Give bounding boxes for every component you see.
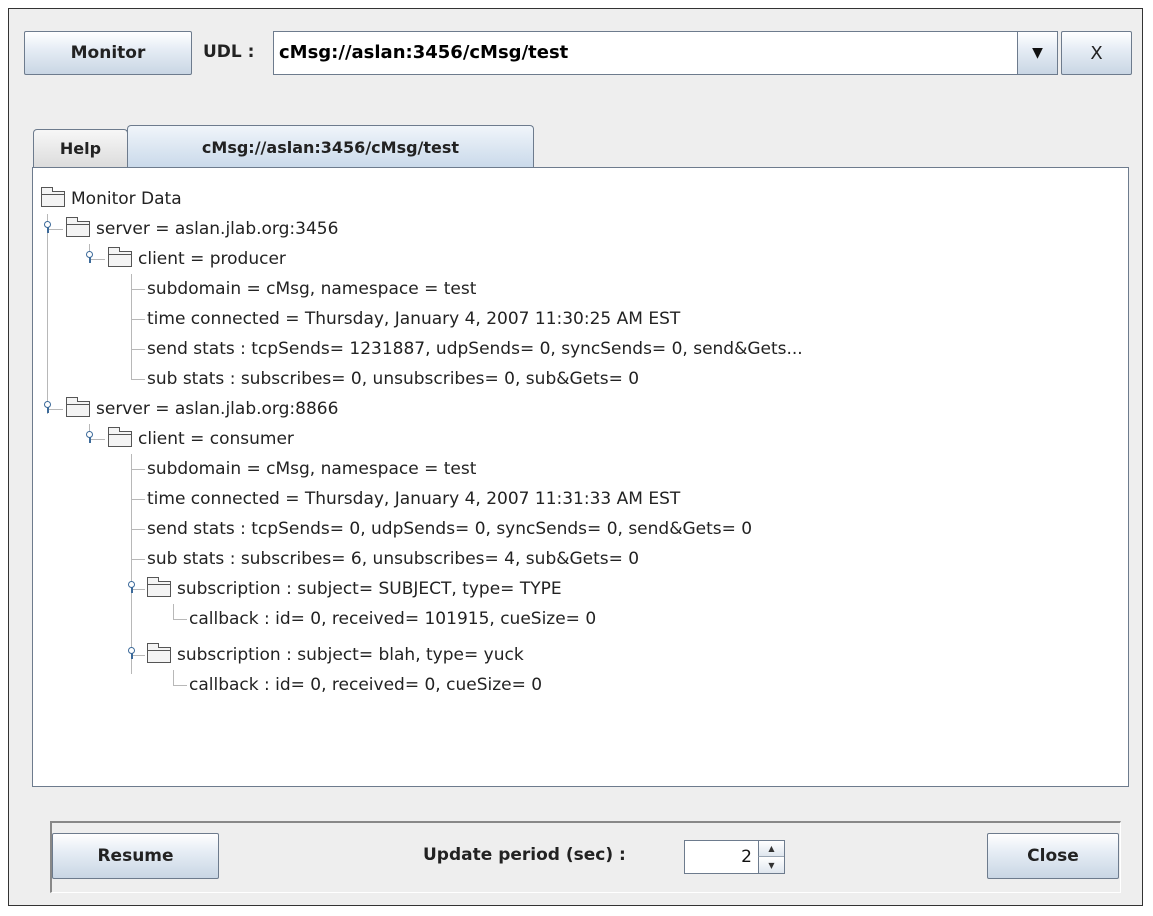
tree-leaf-label: send stats : tcpSends= 0, udpSends= 0, s… (147, 519, 753, 539)
collapse-toggle-icon[interactable] (125, 579, 137, 593)
tree-node-label: server = aslan.jlab.org:3456 (96, 219, 339, 239)
resume-button[interactable]: Resume (52, 833, 219, 879)
tree-leaf[interactable]: sub stats : subscribes= 6, unsubscribes=… (147, 545, 639, 573)
tree-node-label: Monitor Data (71, 189, 182, 209)
monitor-button[interactable]: Monitor (24, 31, 192, 75)
tree-leaf[interactable]: sub stats : subscribes= 0, unsubscribes=… (147, 365, 639, 393)
tree-node-client[interactable]: client = consumer (108, 425, 294, 453)
folder-icon (147, 643, 171, 663)
tree-node-subscription[interactable]: subscription : subject= blah, type= yuck (147, 641, 524, 669)
tree-connector (131, 469, 145, 470)
tree-leaf-label: time connected = Thursday, January 4, 20… (147, 309, 681, 329)
tree-leaf[interactable]: subdomain = cMsg, namespace = test (147, 455, 476, 483)
spinner-down-icon[interactable]: ▼ (758, 857, 784, 873)
udl-combo-box[interactable]: cMsg://aslan:3456/cMsg/test ▼ (273, 31, 1058, 75)
tree-node-subscription[interactable]: subscription : subject= SUBJECT, type= T… (147, 575, 562, 603)
tree-leaf[interactable]: callback : id= 0, received= 101915, cueS… (189, 605, 596, 633)
tree-leaf-label: callback : id= 0, received= 101915, cueS… (189, 609, 597, 629)
folder-icon (41, 187, 65, 207)
tree-node-label: client = producer (138, 249, 286, 269)
tree-connector (47, 214, 48, 414)
tree-connector (131, 349, 145, 350)
tree-connector (131, 529, 145, 530)
tree-connector (131, 379, 145, 380)
folder-icon (66, 217, 90, 237)
tree-node-server[interactable]: server = aslan.jlab.org:8866 (66, 395, 338, 423)
tree-leaf-label: subdomain = cMsg, namespace = test (147, 459, 477, 479)
tree-connector (131, 289, 145, 290)
tree-leaf-label: sub stats : subscribes= 6, unsubscribes=… (147, 549, 640, 569)
tree-connector (131, 559, 145, 560)
tree-connector (173, 619, 187, 620)
tree-node-label: server = aslan.jlab.org:8866 (96, 399, 339, 419)
tree-leaf-label: callback : id= 0, received= 0, cueSize= … (189, 675, 543, 695)
monitor-window: Monitor UDL : cMsg://aslan:3456/cMsg/tes… (8, 8, 1143, 906)
tree-connector (131, 499, 145, 500)
udl-value[interactable]: cMsg://aslan:3456/cMsg/test (279, 42, 568, 63)
tree-leaf[interactable]: callback : id= 0, received= 0, cueSize= … (189, 671, 542, 699)
update-period-label: Update period (sec) : (423, 845, 626, 865)
tree-connector (131, 454, 132, 674)
tab-connection[interactable]: cMsg://aslan:3456/cMsg/test (127, 125, 534, 168)
collapse-toggle-icon[interactable] (41, 399, 53, 413)
tree-leaf[interactable]: time connected = Thursday, January 4, 20… (147, 305, 680, 333)
collapse-toggle-icon[interactable] (83, 429, 95, 443)
folder-icon (108, 247, 132, 267)
folder-icon (147, 577, 171, 597)
tree-connector (131, 319, 145, 320)
collapse-toggle-icon[interactable] (41, 219, 53, 233)
udl-label: UDL : (203, 42, 255, 62)
tab-help[interactable]: Help (33, 129, 128, 167)
tree-node-label: subscription : subject= SUBJECT, type= T… (177, 579, 562, 599)
tree-connector (173, 685, 187, 686)
tree-leaf-label: send stats : tcpSends= 1231887, udpSends… (147, 339, 803, 359)
tree-leaf-label: subdomain = cMsg, namespace = test (147, 279, 477, 299)
spinner-up-icon[interactable]: ▲ (758, 841, 784, 857)
dropdown-arrow-icon[interactable]: ▼ (1017, 32, 1057, 74)
tree-connector (173, 604, 174, 620)
tree-node-label: client = consumer (138, 429, 294, 449)
clear-udl-button[interactable]: X (1061, 31, 1132, 75)
tree-connector (173, 670, 174, 686)
tree-node-root[interactable]: Monitor Data (41, 185, 182, 213)
monitor-tree: Monitor Data server = aslan.jlab.org:345… (32, 167, 1129, 787)
folder-icon (108, 427, 132, 447)
collapse-toggle-icon[interactable] (125, 645, 137, 659)
tree-node-client[interactable]: client = producer (108, 245, 286, 273)
tree-leaf[interactable]: subdomain = cMsg, namespace = test (147, 275, 476, 303)
close-button[interactable]: Close (987, 833, 1119, 879)
tree-leaf[interactable]: time connected = Thursday, January 4, 20… (147, 485, 680, 513)
update-period-value[interactable]: 2 (741, 847, 752, 867)
tree-leaf-label: time connected = Thursday, January 4, 20… (147, 489, 681, 509)
tree-leaf[interactable]: send stats : tcpSends= 1231887, udpSends… (147, 335, 803, 363)
tree-node-server[interactable]: server = aslan.jlab.org:3456 (66, 215, 338, 243)
tree-leaf-label: sub stats : subscribes= 0, unsubscribes=… (147, 369, 640, 389)
folder-icon (66, 397, 90, 417)
tree-leaf[interactable]: send stats : tcpSends= 0, udpSends= 0, s… (147, 515, 752, 543)
update-period-spinner[interactable]: 2 ▲ ▼ (684, 840, 785, 874)
collapse-toggle-icon[interactable] (83, 249, 95, 263)
tree-node-label: subscription : subject= blah, type= yuck (177, 645, 524, 665)
